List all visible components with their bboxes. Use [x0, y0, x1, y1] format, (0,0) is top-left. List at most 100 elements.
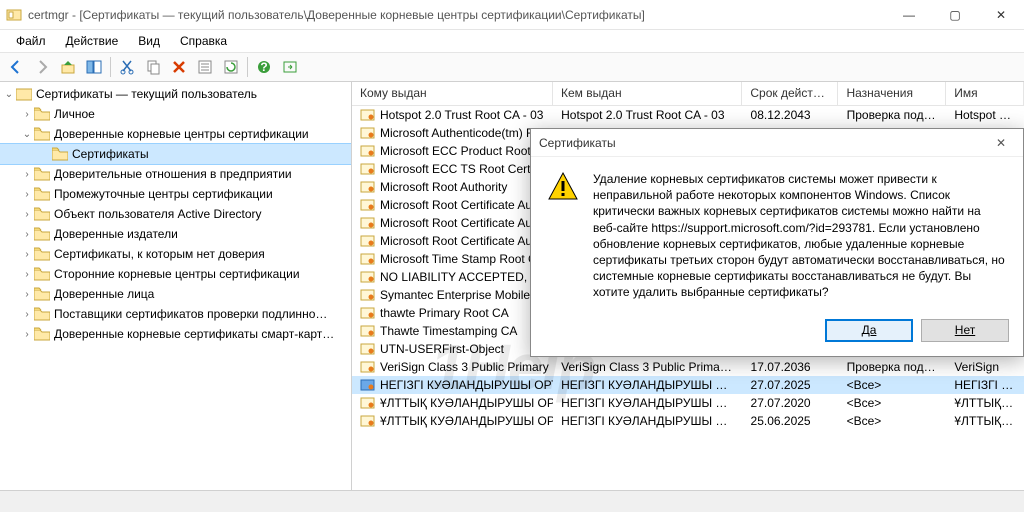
forward-button[interactable] [30, 55, 54, 79]
cell-expiry: 17.07.2036 [743, 359, 839, 375]
cell-issued-by: Hotspot 2.0 Trust Root CA - 03 [553, 107, 742, 123]
col-expiry[interactable]: Срок действия [742, 82, 838, 105]
up-button[interactable] [56, 55, 80, 79]
cut-button[interactable] [115, 55, 139, 79]
cell-issued-to: VeriSign Class 3 Public Primary … [380, 360, 553, 374]
tree-label: Доверительные отношения в предприятии [54, 167, 292, 181]
table-row[interactable]: ҰЛТТЫҚ КУӘЛАНДЫРУШЫ ОРТА…НЕГІЗГІ КУӘЛАНД… [352, 394, 1024, 412]
cell-name: ҰЛТТЫҚ К… [946, 395, 1024, 411]
cell-issued-to: Microsoft ECC Product Root Ce… [380, 144, 553, 158]
cell-issued-by: НЕГІЗГІ КУӘЛАНДЫРУШЫ ОРТА… [553, 413, 742, 429]
twisty-icon[interactable]: › [20, 109, 34, 120]
menu-help[interactable]: Справка [172, 32, 235, 50]
tree-label: Промежуточные центры сертификации [54, 187, 273, 201]
tree-item[interactable]: Сертификаты [0, 144, 351, 164]
dialog-title: Сертификаты [539, 136, 987, 150]
minimize-button[interactable]: — [886, 0, 932, 30]
cell-issued-to: ҰЛТТЫҚ КУӘЛАНДЫРУШЫ ОРТА… [380, 396, 553, 410]
cell-issued-to: Microsoft Root Certificate Auth… [380, 198, 553, 212]
cell-purpose: <Все> [839, 395, 947, 411]
tree-label: Объект пользователя Active Directory [54, 207, 262, 221]
twisty-icon[interactable]: › [20, 329, 34, 340]
show-hide-tree-button[interactable] [82, 55, 106, 79]
twisty-icon[interactable]: › [20, 309, 34, 320]
tree-item[interactable]: › Объект пользователя Active Directory [0, 204, 351, 224]
tree-item[interactable]: ›Доверенные корневые сертификаты смарт-к… [0, 324, 351, 344]
twisty-icon[interactable]: › [20, 189, 34, 200]
tree-label: Доверенные лица [54, 287, 154, 301]
tree-label: Сертификаты, к которым нет доверия [54, 247, 265, 261]
cell-issued-by: НЕГІЗГІ КУӘЛАНДЫРУШЫ ОРТА… [553, 377, 742, 393]
titlebar: certmgr - [Сертификаты — текущий пользов… [0, 0, 1024, 30]
menu-file[interactable]: Файл [8, 32, 54, 50]
cell-expiry: 27.07.2025 [743, 377, 839, 393]
tree-item[interactable]: › Личное [0, 104, 351, 124]
twisty-icon[interactable]: › [20, 169, 34, 180]
cell-issued-to: Microsoft Root Certificate Auth… [380, 216, 553, 230]
tree-pane[interactable]: ⌄ Сертификаты — текущий пользователь › Ли… [0, 82, 352, 490]
twisty-icon[interactable]: › [20, 289, 34, 300]
menu-action[interactable]: Действие [58, 32, 127, 50]
tree-item[interactable]: › Промежуточные центры сертификации [0, 184, 351, 204]
cell-issued-to: НЕГІЗГІ КУӘЛАНДЫРУШЫ ОРТА… [380, 378, 553, 392]
cell-issued-to: Microsoft Root Certificate Auth… [380, 234, 553, 248]
table-row[interactable]: Hotspot 2.0 Trust Root CA - 03 Hotspot 2.… [352, 106, 1024, 124]
table-row[interactable]: VeriSign Class 3 Public Primary … VeriSig… [352, 358, 1024, 376]
help-button[interactable]: ? [252, 55, 276, 79]
statusbar [0, 490, 1024, 512]
cell-issued-to: thawte Primary Root CA [380, 306, 509, 320]
cell-expiry: 27.07.2020 [743, 395, 839, 411]
cell-purpose: <Все> [839, 377, 947, 393]
cell-name: ҰЛТТЫҚ К… [946, 413, 1024, 429]
tree-label: Доверенные корневые центры сертификации [54, 127, 309, 141]
svg-text:?: ? [260, 60, 267, 74]
tree-item[interactable]: › Сертификаты, к которым нет доверия [0, 244, 351, 264]
toolbar: ? [0, 52, 1024, 82]
cell-name: VeriSign [946, 359, 1024, 375]
yes-button[interactable]: Да [825, 319, 913, 342]
tree-item[interactable]: › Доверенные лица [0, 284, 351, 304]
cell-issued-to: Thawte Timestamping CA [380, 324, 517, 338]
confirm-dialog: Сертификаты ✕ Удаление корневых сертифик… [530, 128, 1024, 357]
properties-button[interactable] [193, 55, 217, 79]
cell-issued-to: Microsoft Root Authority [380, 180, 507, 194]
export-button[interactable] [278, 55, 302, 79]
tree-item[interactable]: ›Поставщики сертификатов проверки подлин… [0, 304, 351, 324]
col-purpose[interactable]: Назначения [838, 82, 946, 105]
tree-item[interactable]: ⌄ Доверенные корневые центры сертификации [0, 124, 351, 144]
tree-item[interactable]: › Доверительные отношения в предприятии [0, 164, 351, 184]
tree-item[interactable]: › Сторонние корневые центры сертификации [0, 264, 351, 284]
table-row[interactable]: ҰЛТТЫҚ КУӘЛАНДЫРУШЫ ОРТА…НЕГІЗГІ КУӘЛАНД… [352, 412, 1024, 430]
cell-issued-to: Microsoft ECC TS Root Certifica… [380, 162, 553, 176]
dialog-close-button[interactable]: ✕ [987, 136, 1015, 150]
list-header: Кому выдан Кем выдан Срок действия Назна… [352, 82, 1024, 106]
twisty-icon[interactable]: › [20, 249, 34, 260]
tree-item[interactable]: ›Доверенные издатели [0, 224, 351, 244]
refresh-button[interactable] [219, 55, 243, 79]
tree-label: Сторонние корневые центры сертификации [54, 267, 300, 281]
tree-label: Сертификаты [72, 147, 149, 161]
cell-issued-to: UTN-USERFirst-Object [380, 342, 504, 356]
twisty-icon[interactable]: › [20, 209, 34, 220]
cell-expiry: 08.12.2043 [743, 107, 839, 123]
menu-view[interactable]: Вид [130, 32, 168, 50]
delete-button[interactable] [167, 55, 191, 79]
tree-label: Личное [54, 107, 95, 121]
back-button[interactable] [4, 55, 28, 79]
twisty-icon[interactable]: ⌄ [20, 129, 34, 140]
twisty-icon[interactable]: › [20, 229, 34, 240]
col-name[interactable]: Имя [946, 82, 1024, 105]
copy-button[interactable] [141, 55, 165, 79]
no-button[interactable]: Нет [921, 319, 1009, 342]
warning-icon [547, 171, 579, 203]
tree-root[interactable]: Сертификаты — текущий пользователь [36, 87, 257, 101]
cell-name: Hotspot 2… [946, 107, 1024, 123]
twisty-icon[interactable]: ⌄ [2, 89, 16, 100]
table-row[interactable]: НЕГІЗГІ КУӘЛАНДЫРУШЫ ОРТА…НЕГІЗГІ КУӘЛАН… [352, 376, 1024, 394]
twisty-icon[interactable]: › [20, 269, 34, 280]
col-issued-by[interactable]: Кем выдан [553, 82, 742, 105]
close-button[interactable]: ✕ [978, 0, 1024, 30]
cell-issued-to: Hotspot 2.0 Trust Root CA - 03 [380, 108, 543, 122]
maximize-button[interactable]: ▢ [932, 0, 978, 30]
col-issued-to[interactable]: Кому выдан [352, 82, 553, 105]
